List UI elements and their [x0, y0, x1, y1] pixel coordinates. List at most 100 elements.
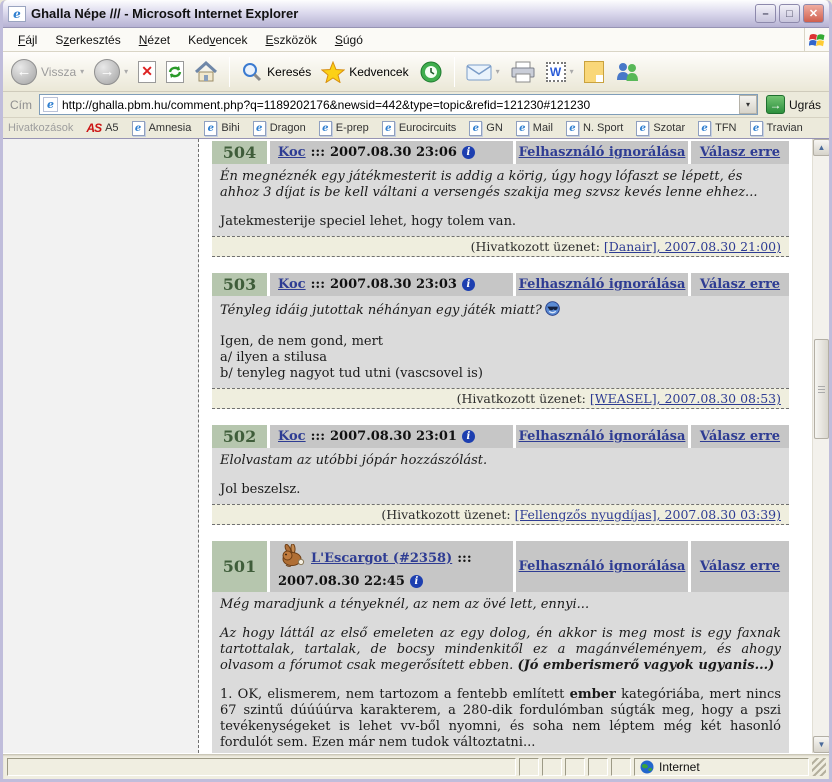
menu-file[interactable]: Fájl	[9, 30, 46, 50]
post-number: 502	[212, 425, 267, 448]
history-button[interactable]	[415, 58, 447, 86]
edit-dropdown-icon[interactable]: ▾	[570, 67, 574, 76]
minimize-button[interactable]: –	[755, 4, 776, 23]
post-author-cell: Koc ::: 2007.08.30 23:03 i	[270, 273, 513, 296]
ie-page-icon: e	[566, 121, 579, 136]
links-bar-item-mail[interactable]: eMail	[516, 121, 553, 136]
edit-with-word-button[interactable]: W ▾	[542, 60, 578, 84]
menu-view[interactable]: Nézet	[130, 30, 179, 50]
go-label: Ugrás	[789, 98, 821, 112]
reply-link[interactable]: Válasz erre	[700, 145, 780, 160]
links-bar-item-eurocircuits[interactable]: eEurocircuits	[382, 121, 456, 136]
status-pane	[565, 758, 585, 776]
links-bar-item-a5[interactable]: ASA5	[86, 121, 118, 135]
menu-edit[interactable]: Szerkesztés	[46, 30, 129, 50]
mail-button[interactable]: ▾	[462, 60, 504, 84]
ie-page-icon: e	[253, 121, 266, 136]
info-icon[interactable]: i	[462, 146, 475, 159]
refresh-button[interactable]	[162, 59, 188, 85]
ignore-user-link[interactable]: Felhasználó ignorálása	[519, 429, 686, 444]
ie-page-icon: e	[132, 121, 145, 136]
links-bar-item-dragon[interactable]: eDragon	[253, 121, 306, 136]
favorites-button[interactable]: Kedvencek	[317, 59, 412, 85]
links-bar-item-szotar[interactable]: eSzotar	[636, 121, 685, 136]
links-bar-item-eprep[interactable]: eE-prep	[319, 121, 369, 136]
forward-dropdown-icon[interactable]: ▾	[124, 67, 128, 76]
address-input[interactable]: e http://ghalla.pbm.hu/comment.php?q=118…	[39, 94, 758, 115]
ie-page-icon: e	[319, 121, 332, 136]
ie-page-icon: e	[8, 6, 26, 22]
menu-help[interactable]: Súgó	[326, 30, 372, 50]
quoted-message-link[interactable]: [Fellengzős nyugdíjas], 2007.08.30 03:39…	[515, 507, 781, 522]
vertical-scrollbar[interactable]: ▲ ▼	[812, 139, 829, 753]
title-bar[interactable]: e Ghalla Népe /// - Microsoft Internet E…	[3, 0, 829, 28]
print-button[interactable]	[506, 59, 540, 85]
post-body: Elolvastam az utóbbi jópár hozzászólást.…	[212, 448, 789, 504]
reply-cell: Válasz erre	[691, 541, 789, 592]
messenger-button[interactable]	[610, 58, 644, 86]
mail-dropdown-icon[interactable]: ▾	[496, 67, 500, 76]
author-link[interactable]: Koc	[278, 277, 306, 292]
author-link[interactable]: L'Escargot (#2358)	[311, 551, 452, 566]
post-author-cell: Koc ::: 2007.08.30 23:01 i	[270, 425, 513, 448]
ignore-user-link[interactable]: Felhasználó ignorálása	[519, 277, 686, 292]
links-bar-item-nsport[interactable]: eN. Sport	[566, 121, 623, 136]
post-header: 502 Koc ::: 2007.08.30 23:01 i Felhaszná…	[212, 425, 789, 448]
scroll-down-button[interactable]: ▼	[813, 736, 829, 753]
forum-post-504: 504 Koc ::: 2007.08.30 23:06 i Felhaszná…	[212, 141, 789, 257]
maximize-button[interactable]: □	[779, 4, 800, 23]
back-dropdown-icon[interactable]: ▾	[80, 67, 84, 76]
menu-favorites[interactable]: Kedvencek	[179, 30, 256, 50]
links-bar-item-bihi[interactable]: eBihi	[204, 121, 239, 136]
forward-button[interactable]: → ▾	[90, 57, 132, 87]
scroll-up-button[interactable]: ▲	[813, 139, 829, 156]
close-button[interactable]: ✕	[803, 4, 824, 23]
links-bar-item-travian[interactable]: eTravian	[750, 121, 803, 136]
reply-link[interactable]: Válasz erre	[700, 559, 780, 574]
go-button[interactable]: → Ugrás	[762, 95, 825, 114]
quote-prefix: (Hivatkozott üzenet:	[381, 507, 510, 522]
links-bar-item-amnesia[interactable]: eAmnesia	[132, 121, 192, 136]
address-dropdown-icon[interactable]: ▾	[739, 95, 757, 114]
reply-link[interactable]: Válasz erre	[700, 277, 780, 292]
quoted-message-link[interactable]: [WEASEL], 2007.08.30 08:53)	[590, 391, 781, 406]
ignore-user-link[interactable]: Felhasználó ignorálása	[519, 145, 686, 160]
back-button[interactable]: ← Vissza ▾	[7, 57, 88, 87]
status-message-pane	[7, 758, 516, 776]
author-separator: :::	[311, 145, 325, 160]
note-icon	[584, 61, 604, 83]
author-link[interactable]: Koc	[278, 429, 306, 444]
ie-page-icon: e	[43, 97, 58, 112]
left-frame	[3, 139, 199, 753]
home-icon	[194, 61, 218, 83]
favorites-label: Kedvencek	[349, 65, 408, 79]
discuss-button[interactable]	[580, 59, 608, 85]
scrollbar-thumb[interactable]	[814, 339, 829, 439]
links-bar-item-gn[interactable]: eGN	[469, 121, 503, 136]
print-icon	[510, 61, 536, 83]
home-button[interactable]	[190, 59, 222, 85]
search-button[interactable]: Keresés	[237, 59, 315, 85]
reply-link[interactable]: Válasz erre	[700, 429, 780, 444]
post-quote-footer: (Hivatkozott üzenet: [Fellengzős nyugdíja…	[212, 504, 789, 525]
messenger-icon	[614, 60, 640, 84]
stop-button[interactable]: ✕	[134, 59, 160, 85]
ignore-user-link[interactable]: Felhasználó ignorálása	[519, 559, 686, 574]
menu-bar: Fájl Szerkesztés Nézet Kedvencek Eszközö…	[3, 28, 829, 52]
address-url[interactable]: http://ghalla.pbm.hu/comment.php?q=11892…	[62, 98, 739, 112]
author-separator: :::	[457, 551, 471, 566]
info-icon[interactable]: i	[462, 278, 475, 291]
info-icon[interactable]: i	[410, 575, 423, 588]
author-link[interactable]: Koc	[278, 145, 306, 160]
page-content: 504 Koc ::: 2007.08.30 23:06 i Felhaszná…	[3, 138, 829, 753]
info-icon[interactable]: i	[462, 430, 475, 443]
links-bar-item-tfn[interactable]: eTFN	[698, 121, 736, 136]
zone-label: Internet	[659, 760, 700, 774]
post-number: 504	[212, 141, 267, 164]
quoted-message-link[interactable]: [Danair], 2007.08.30 21:00)	[604, 239, 781, 254]
post-quote-footer: (Hivatkozott üzenet:[Danair], 2007.08.30…	[212, 236, 789, 257]
resize-grip[interactable]	[812, 758, 826, 776]
post-number: 501	[212, 541, 267, 592]
forum-thread: 504 Koc ::: 2007.08.30 23:06 i Felhaszná…	[199, 139, 812, 753]
menu-tools[interactable]: Eszközök	[256, 30, 325, 50]
